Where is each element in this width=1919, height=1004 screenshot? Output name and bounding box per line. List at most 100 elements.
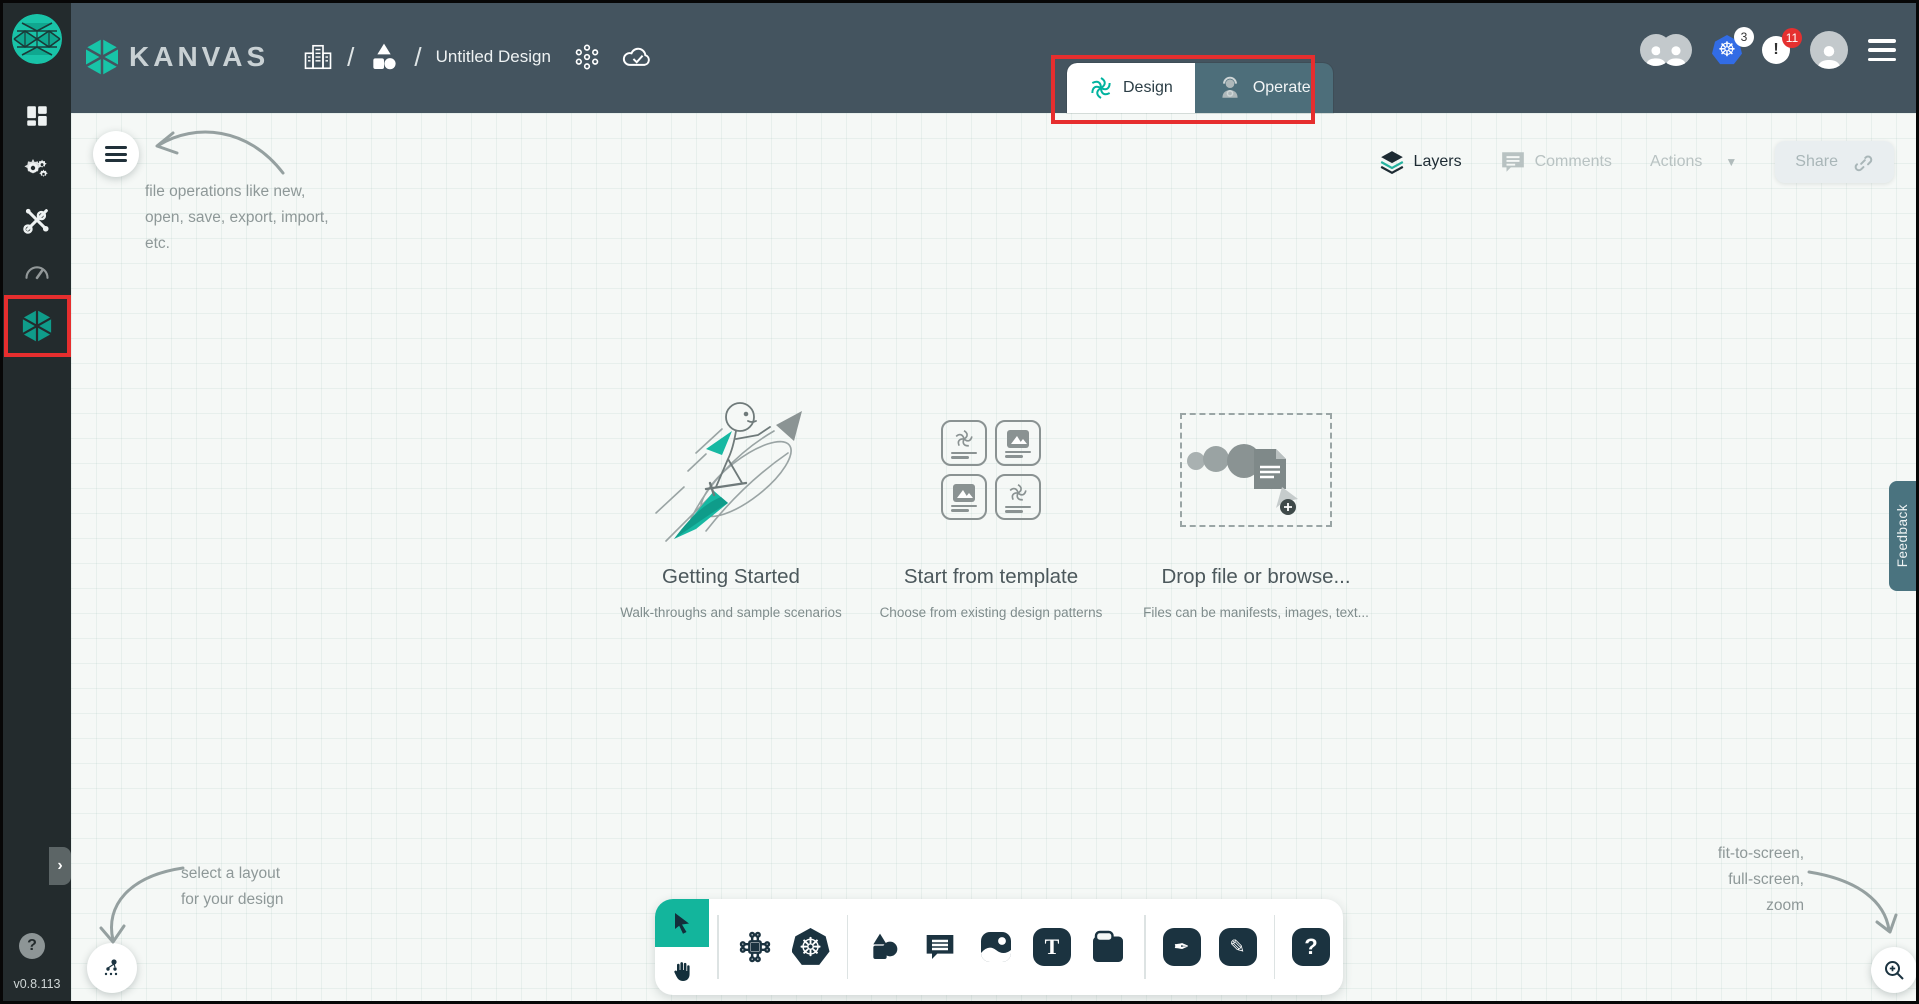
card-subtitle: Walk-throughs and sample scenarios — [620, 605, 842, 620]
share-button[interactable]: Share — [1775, 141, 1894, 183]
shapes-icon — [867, 931, 901, 963]
feedback-label: Feedback — [1895, 504, 1910, 567]
toolbar-divider — [847, 915, 849, 979]
sidebar-expand-chevron[interactable]: › — [49, 847, 71, 885]
card-title: Drop file or browse... — [1161, 565, 1350, 589]
cursor-icon — [670, 911, 694, 935]
component-chip-icon — [738, 930, 772, 964]
select-pan-tools — [655, 899, 709, 995]
pencil-tool-tile: ✎ — [1219, 928, 1257, 966]
drop-file-card[interactable]: Drop file or browse... Files can be mani… — [1121, 391, 1391, 620]
sidebar-item-performance[interactable] — [20, 257, 54, 287]
shapes-tool[interactable] — [856, 899, 912, 995]
sidebar-highlight-box — [4, 295, 71, 357]
empty-state-cards: Getting Started Walk-throughs and sample… — [601, 391, 1391, 620]
layers-icon — [1379, 150, 1405, 174]
help-tool[interactable]: ? — [1283, 899, 1339, 995]
header-menu-icon[interactable] — [1868, 39, 1896, 61]
actions-label: Actions — [1650, 153, 1702, 171]
share-label: Share — [1795, 153, 1838, 171]
file-menu-button[interactable] — [93, 131, 139, 177]
file-ops-annotation: file operations like new, open, save, ex… — [145, 179, 329, 257]
kanvas-logo-icon — [85, 38, 119, 76]
toolbar-divider — [1274, 915, 1276, 979]
help-tool-tile: ? — [1292, 928, 1330, 966]
collaborator-avatars[interactable] — [1640, 34, 1692, 66]
layout-selector-button[interactable] — [87, 943, 137, 993]
sidebar-item-lifecycle[interactable] — [20, 153, 54, 183]
image-icon — [978, 929, 1014, 965]
card-title: Getting Started — [662, 565, 800, 589]
mode-toggle: Design Operate — [1067, 63, 1333, 113]
bottom-toolbar: ☸ T — [655, 899, 1343, 995]
feedback-tab[interactable]: Feedback — [1889, 481, 1916, 591]
image-tool[interactable] — [968, 899, 1024, 995]
card-subtitle: Choose from existing design patterns — [880, 605, 1103, 620]
notification-count-badge: 11 — [1782, 28, 1802, 48]
layout-cluster-icon — [100, 956, 124, 980]
version-label: v0.8.113 — [3, 977, 71, 991]
zoom-in-icon — [1882, 958, 1906, 982]
kanvas-app-window: KANVAS / / Untitled Design — [0, 0, 1919, 1004]
design-name[interactable]: Untitled Design — [436, 47, 551, 67]
help-button[interactable]: ? — [19, 933, 45, 959]
comments-button[interactable]: Comments — [1500, 150, 1612, 174]
operate-operator-icon — [1217, 75, 1243, 101]
actions-dropdown[interactable]: Actions ▼ — [1650, 153, 1737, 171]
layers-button[interactable]: Layers — [1379, 150, 1462, 174]
pen-tool-tile: ✒ — [1163, 928, 1201, 966]
app-header: KANVAS / / Untitled Design — [71, 3, 1916, 113]
header-right-cluster: ☸ 3 ! 11 — [1640, 31, 1896, 69]
dashed-drop-box — [1180, 413, 1332, 527]
hand-icon — [670, 959, 694, 983]
template-tile-image — [941, 474, 987, 520]
pen-tool[interactable]: ✒ — [1154, 899, 1210, 995]
template-tile-design — [941, 420, 987, 466]
menu-icon — [105, 146, 127, 162]
sidebar-item-dashboard[interactable] — [20, 101, 54, 131]
zoom-button[interactable] — [1871, 947, 1917, 993]
design-spiral-icon — [1089, 76, 1113, 100]
text-tool-tile: T — [1033, 928, 1071, 966]
cloud-saved-icon — [621, 42, 655, 72]
kubernetes-count-badge: 3 — [1734, 27, 1754, 47]
kubernetes-tool[interactable]: ☸ — [783, 899, 839, 995]
canvas-topbar: Layers Comments Actions ▼ Share — [1379, 141, 1894, 183]
select-tool[interactable] — [655, 899, 709, 947]
profile-avatar[interactable] — [1810, 31, 1848, 69]
kubernetes-contexts-button[interactable]: ☸ 3 — [1712, 35, 1742, 65]
avatar — [1660, 34, 1692, 66]
components-tool[interactable] — [727, 899, 783, 995]
designs-shapes-icon[interactable] — [368, 41, 400, 73]
design-graph-icon[interactable] — [573, 43, 601, 71]
breadcrumb-separator: / — [414, 42, 421, 73]
comment-icon — [924, 932, 956, 962]
rocket-illustration — [636, 391, 826, 549]
tab-operate[interactable]: Operate — [1195, 63, 1333, 113]
tab-operate-label: Operate — [1253, 79, 1311, 97]
layer5-logo[interactable] — [12, 14, 62, 64]
notifications-button[interactable]: ! 11 — [1762, 36, 1790, 64]
zoom-annotation: fit-to-screen, full-screen, zoom — [1718, 841, 1804, 919]
organization-icon[interactable] — [303, 42, 333, 72]
kanvas-wordmark: KANVAS — [129, 41, 269, 73]
toolbar-divider — [717, 915, 719, 979]
card-subtitle: Files can be manifests, images, text... — [1143, 605, 1369, 620]
pan-tool[interactable] — [655, 947, 709, 995]
section-tool[interactable] — [1080, 899, 1136, 995]
getting-started-card[interactable]: Getting Started Walk-throughs and sample… — [601, 391, 861, 620]
layers-label: Layers — [1414, 153, 1462, 171]
comment-tool[interactable] — [912, 899, 968, 995]
sidebar-item-configuration[interactable] — [20, 205, 54, 235]
pencil-tool[interactable]: ✎ — [1210, 899, 1266, 995]
start-from-template-card[interactable]: Start from template Choose from existing… — [866, 391, 1116, 620]
link-icon — [1852, 151, 1874, 173]
brand-breadcrumb-row: KANVAS / / Untitled Design — [85, 29, 655, 85]
tab-design[interactable]: Design — [1067, 63, 1195, 113]
left-sidebar: › ? v0.8.113 — [3, 3, 71, 1001]
text-tool[interactable]: T — [1024, 899, 1080, 995]
template-tiles — [941, 391, 1041, 549]
drop-zone[interactable] — [1180, 391, 1332, 549]
toolbar-divider — [1144, 915, 1146, 979]
breadcrumb-separator: / — [347, 42, 354, 73]
